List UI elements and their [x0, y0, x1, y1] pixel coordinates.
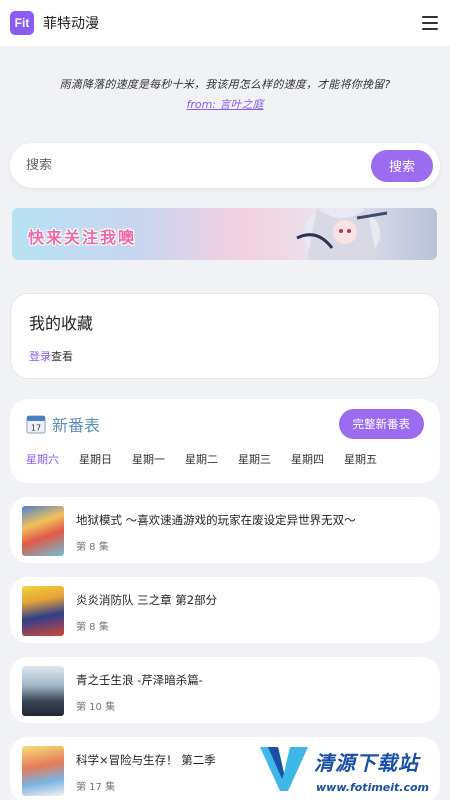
- login-link[interactable]: 登录: [29, 350, 51, 363]
- full-schedule-button[interactable]: 完整新番表: [338, 409, 424, 439]
- search-bar: 搜索: [10, 143, 440, 188]
- tab-monday[interactable]: 星期一: [132, 451, 165, 467]
- quote-block: 雨滴降落的速度是每秒十米，我该用怎么样的速度，才能将你挽留? from: 言叶之…: [0, 76, 450, 112]
- favorites-title: 我的收藏: [29, 314, 94, 333]
- list-item[interactable]: 青之壬生浪 -芹泽暗杀篇- 第 10 集: [10, 657, 440, 723]
- tab-thursday[interactable]: 星期四: [291, 451, 324, 467]
- watermark-logo-icon: [260, 747, 308, 791]
- schedule-card: 17 新番表 完整新番表 星期六 星期日 星期一 星期二 星期三 星期四 星期五: [10, 399, 440, 483]
- list-item[interactable]: 炎炎消防队 三之章 第2部分 第 8 集: [10, 577, 440, 643]
- site-watermark: 清源下载站 www.fotimeit.com: [258, 741, 438, 799]
- tab-sunday[interactable]: 星期日: [79, 451, 112, 467]
- search-input[interactable]: [26, 158, 371, 173]
- app-title: 菲特动漫: [43, 16, 99, 32]
- search-button[interactable]: 搜索: [371, 149, 433, 182]
- tab-tuesday[interactable]: 星期二: [185, 451, 218, 467]
- anime-thumbnail: [22, 666, 64, 716]
- app-logo[interactable]: Fit: [10, 11, 34, 35]
- promo-banner[interactable]: 快来关注我噢: [12, 208, 437, 260]
- schedule-title: 新番表: [52, 416, 101, 435]
- login-suffix-text: 查看: [51, 350, 73, 363]
- banner-character-illustration: [296, 208, 388, 260]
- anime-episode: 第 10 集: [76, 702, 116, 713]
- tab-saturday[interactable]: 星期六: [26, 451, 59, 467]
- hamburger-menu-icon[interactable]: [422, 16, 438, 30]
- anime-episode: 第 17 集: [76, 782, 116, 793]
- weekday-tabs: 星期六 星期日 星期一 星期二 星期三 星期四 星期五: [26, 451, 424, 467]
- anime-episode: 第 8 集: [76, 542, 109, 553]
- favorites-login-line: 登录查看: [29, 348, 421, 364]
- anime-thumbnail: [22, 746, 64, 796]
- calendar-icon: 17: [26, 415, 46, 434]
- list-item[interactable]: 地狱模式 ～喜欢速通游戏的玩家在废设定异世界无双～ 第 8 集: [10, 497, 440, 563]
- anime-title: 科学×冒险与生存！ 第二季: [76, 753, 216, 767]
- anime-thumbnail: [22, 586, 64, 636]
- anime-thumbnail: [22, 506, 64, 556]
- anime-title: 地狱模式 ～喜欢速通游戏的玩家在废设定异世界无双～: [76, 513, 356, 527]
- quote-source-link[interactable]: from: 言叶之庭: [186, 96, 263, 112]
- quote-text: 雨滴降落的速度是每秒十米，我该用怎么样的速度，才能将你挽留?: [59, 78, 391, 91]
- banner-text: 快来关注我噢: [28, 228, 137, 247]
- favorites-card: 我的收藏 登录查看: [10, 293, 440, 379]
- tab-wednesday[interactable]: 星期三: [238, 451, 271, 467]
- watermark-url: www.fotimeit.com: [316, 781, 430, 794]
- anime-episode: 第 8 集: [76, 622, 109, 633]
- watermark-title: 清源下载站: [314, 751, 419, 775]
- calendar-day-number: 17: [31, 424, 41, 433]
- top-bar: Fit 菲特动漫: [0, 0, 450, 46]
- anime-title: 青之壬生浪 -芹泽暗杀篇-: [76, 673, 203, 687]
- tab-friday[interactable]: 星期五: [344, 451, 377, 467]
- anime-title: 炎炎消防队 三之章 第2部分: [76, 593, 218, 607]
